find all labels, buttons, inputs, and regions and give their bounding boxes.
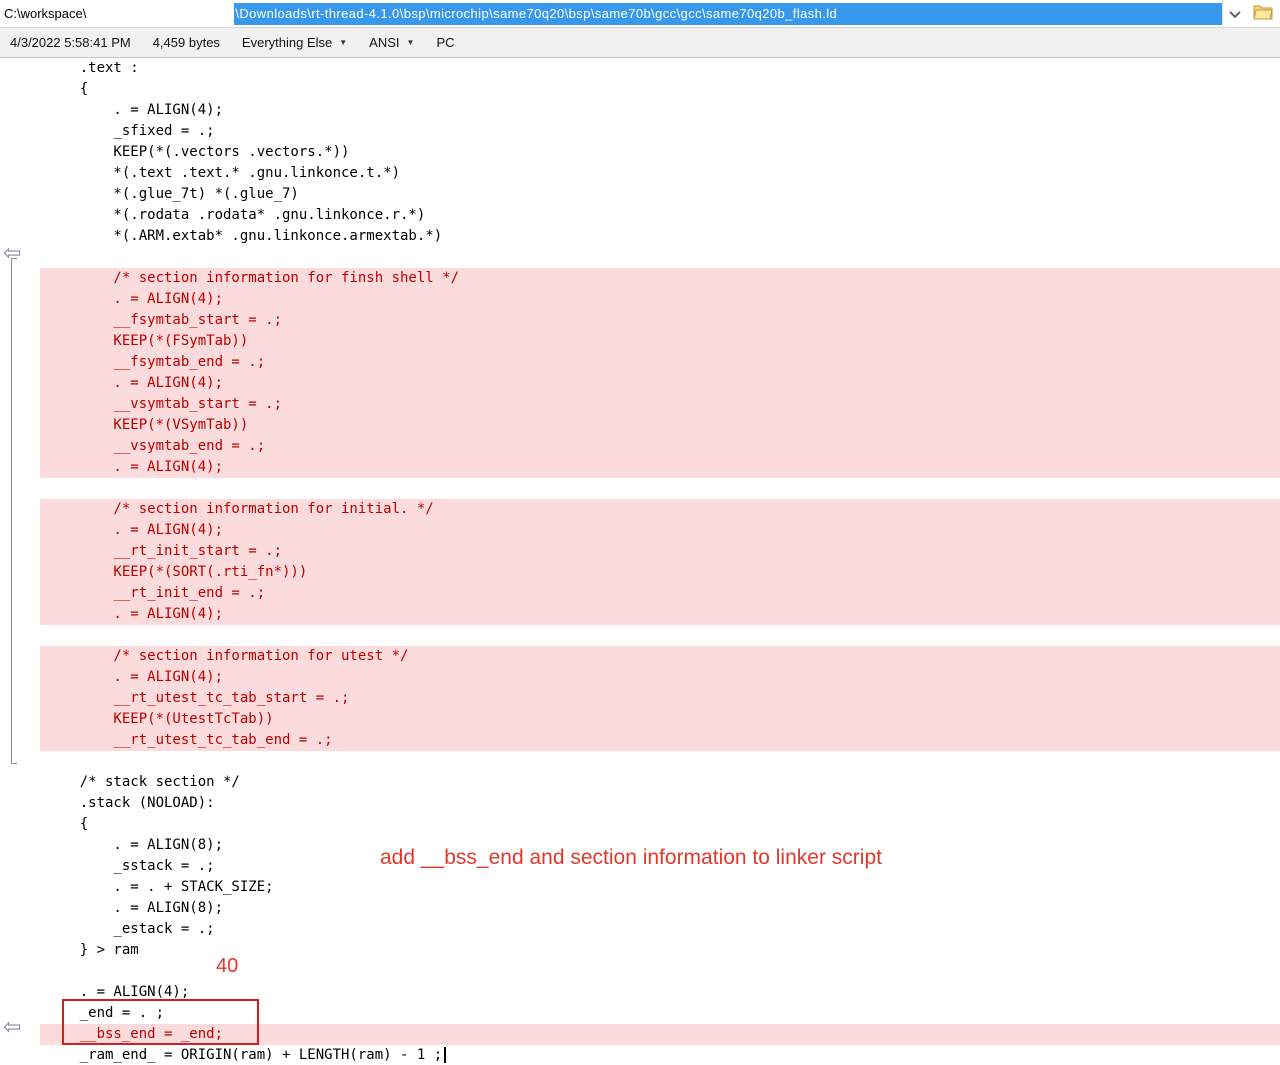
code-line: *(.text .text.* .gnu.linkonce.t.*) [40,163,1280,184]
file-size: 4,459 bytes [153,35,220,50]
path-selected-text: \Downloads\rt-thread-4.1.0\bsp\microchip… [234,3,1222,25]
format-dropdown[interactable]: Everything Else ▼ [242,35,347,50]
code-line: _estack = .; [40,919,1280,940]
path-redacted-gap [86,0,234,27]
code-line: __rt_utest_tc_tab_end = .; [40,730,1280,751]
code-area[interactable]: .text : { . = ALIGN(4); _sfixed = .; KEE… [40,58,1280,1065]
browse-folder-button[interactable] [1246,0,1280,27]
code-line: __fsymtab_end = .; [40,352,1280,373]
code-line: __fsymtab_start = .; [40,310,1280,331]
file-modified-timestamp: 4/3/2022 5:58:41 PM [10,35,131,50]
dropdown-arrow-icon: ▼ [407,38,415,47]
path-bar: C:\workspace\ \Downloads\rt-thread-4.1.0… [0,0,1280,28]
code-line: *(.ARM.extab* .gnu.linkonce.armextab.*) [40,226,1280,247]
code-line: __rt_init_end = .; [40,583,1280,604]
code-line: __vsymtab_start = .; [40,394,1280,415]
code-line: KEEP(*(.vectors .vectors.*)) [40,142,1280,163]
line-ending-dropdown[interactable]: PC [436,35,454,50]
path-history-dropdown-button[interactable] [1222,0,1246,27]
diff-section-bracket [11,258,12,763]
code-line: .stack (NOLOAD): [40,793,1280,814]
diff-section-bracket-tick [11,763,17,764]
copy-left-arrow-icon[interactable]: ⇦ [3,1017,21,1039]
code-line: . = ALIGN(4); [40,289,1280,310]
code-line: __rt_utest_tc_tab_start = .; [40,688,1280,709]
encoding-dropdown[interactable]: ANSI ▼ [369,35,414,50]
code-line [40,625,1280,646]
code-line: /* section information for finsh shell *… [40,268,1280,289]
code-line: KEEP(*(FSymTab)) [40,331,1280,352]
editor-pane: .text : { . = ALIGN(4); _sfixed = .; KEE… [0,58,1280,1065]
dropdown-arrow-icon: ▼ [339,38,347,47]
code-line: { [40,814,1280,835]
annotation-rectangle [62,999,259,1045]
code-line: _sfixed = .; [40,121,1280,142]
code-line: . = ALIGN(8); [40,898,1280,919]
code-line: /* section information for initial. */ [40,499,1280,520]
file-viewer-window: C:\workspace\ \Downloads\rt-thread-4.1.0… [0,0,1280,1065]
code-line [40,751,1280,772]
code-line: . = ALIGN(4); [40,457,1280,478]
chevron-down-icon [1229,6,1240,17]
code-line: __vsymtab_end = .; [40,436,1280,457]
code-line: *(.glue_7t) *(.glue_7) [40,184,1280,205]
annotation-note: add __bss_end and section information to… [380,845,882,871]
code-line: . = ALIGN(4); [40,100,1280,121]
code-line: *(.rodata .rodata* .gnu.linkonce.r.*) [40,205,1280,226]
code-line [40,247,1280,268]
file-info-bar: 4/3/2022 5:58:41 PM 4,459 bytes Everythi… [0,28,1280,58]
code-line: /* stack section */ [40,772,1280,793]
code-line: . = . + STACK_SIZE; [40,877,1280,898]
code-line: KEEP(*(UtestTcTab)) [40,709,1280,730]
code-line: . = ALIGN(4); [40,373,1280,394]
format-dropdown-label: Everything Else [242,35,332,50]
code-line: /* section information for utest */ [40,646,1280,667]
code-line: KEEP(*(SORT(.rti_fn*))) [40,562,1280,583]
code-line: _ram_end_ = ORIGIN(ram) + LENGTH(ram) - … [40,1045,1280,1065]
encoding-dropdown-label: ANSI [369,35,399,50]
diff-section-bracket-tick [11,258,17,259]
diff-gutter [0,58,40,1065]
copy-left-arrow-icon[interactable]: ⇦ [3,243,21,265]
code-line: { [40,79,1280,100]
path-prefix-text: C:\workspace\ [4,6,86,21]
code-line: .text : [40,58,1280,79]
code-line: . = ALIGN(4); [40,667,1280,688]
line-ending-label: PC [436,35,454,50]
code-line: . = ALIGN(4); [40,520,1280,541]
annotation-number: 40 [216,955,238,978]
code-line: . = ALIGN(4); [40,604,1280,625]
code-line [40,478,1280,499]
code-line: KEEP(*(VSymTab)) [40,415,1280,436]
folder-icon [1253,4,1273,23]
text-caret [444,1047,446,1063]
file-path-input[interactable]: C:\workspace\ \Downloads\rt-thread-4.1.0… [0,0,1222,27]
code-line: __rt_init_start = .; [40,541,1280,562]
